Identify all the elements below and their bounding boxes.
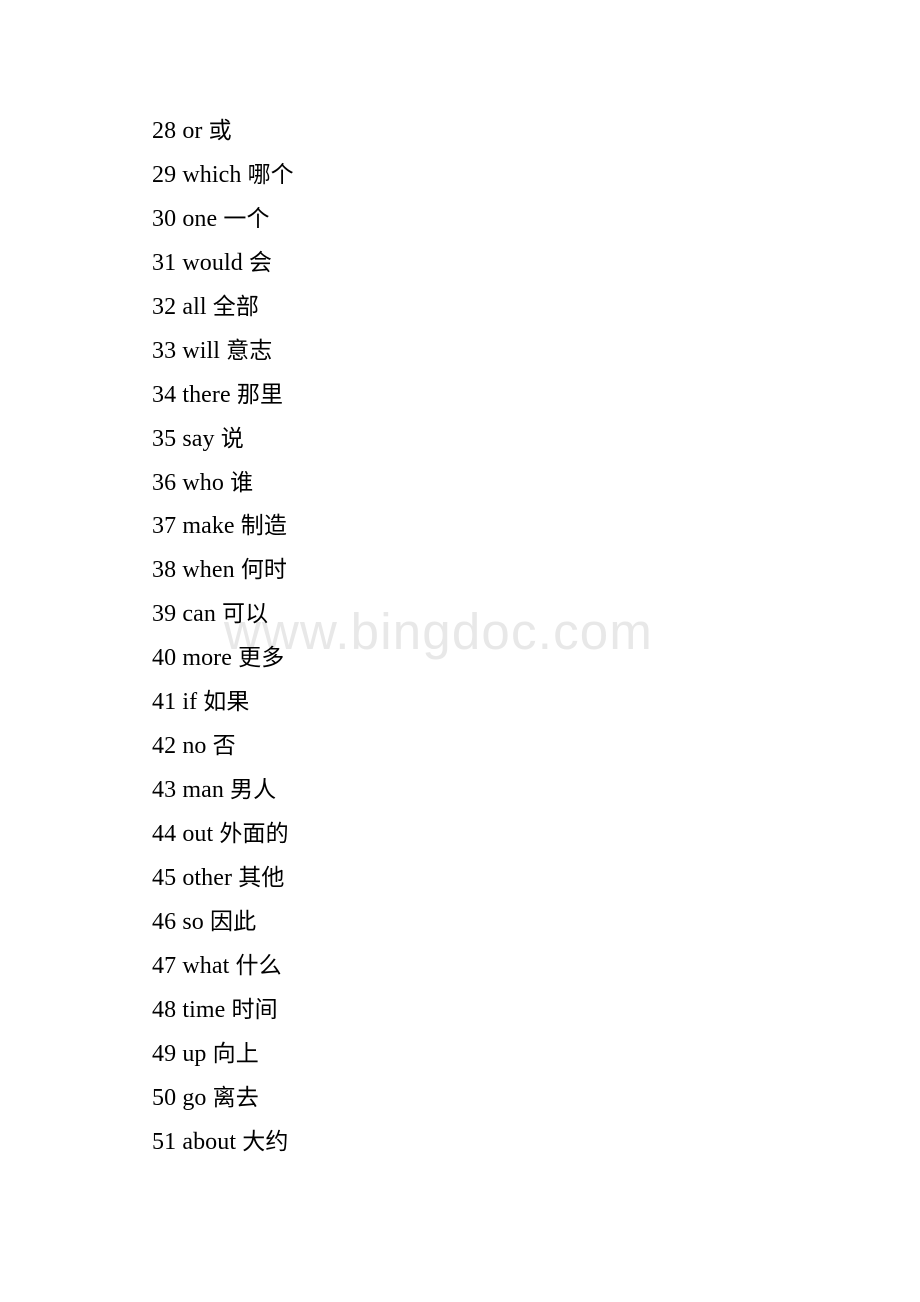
entry-index: 44 xyxy=(152,821,177,847)
entry-index: 28 xyxy=(152,118,177,144)
entry-term: up xyxy=(182,1040,207,1067)
entry-term: which xyxy=(182,161,242,188)
entry-term: so xyxy=(182,908,204,935)
entry-index: 37 xyxy=(152,513,177,540)
entry-term: go xyxy=(182,1084,207,1111)
vocabulary-entry: 32 all 全部 xyxy=(152,286,792,330)
entry-term: when xyxy=(182,557,235,584)
entry-index: 39 xyxy=(152,601,177,628)
entry-gloss: 或 xyxy=(208,118,232,144)
entry-index: 29 xyxy=(152,161,177,188)
entry-gloss: 哪个 xyxy=(247,161,294,188)
entry-index: 36 xyxy=(152,469,177,496)
vocabulary-entry: 49 up 向上 xyxy=(152,1033,792,1077)
vocabulary-entry: 44 out 外面的 xyxy=(152,813,792,857)
vocabulary-entry: 41 if 如果 xyxy=(152,681,792,725)
entry-term: time xyxy=(182,996,226,1023)
entry-index: 43 xyxy=(152,777,177,804)
entry-gloss: 一个 xyxy=(223,205,270,232)
vocabulary-entry: 48 time 时间 xyxy=(152,989,792,1033)
entry-gloss: 男人 xyxy=(230,777,277,804)
entry-term: who xyxy=(182,469,224,496)
vocabulary-entry: 42 no 否 xyxy=(152,725,792,769)
entry-index: 38 xyxy=(152,557,177,584)
vocabulary-entry: 33 will 意志 xyxy=(152,330,792,374)
entry-index: 35 xyxy=(152,425,177,452)
entry-term: man xyxy=(182,777,224,804)
entry-gloss: 向上 xyxy=(212,1040,259,1067)
entry-gloss: 更多 xyxy=(238,645,285,672)
entry-gloss: 其他 xyxy=(238,864,285,891)
vocabulary-entry: 51 about 大约 xyxy=(152,1121,792,1165)
vocabulary-entry: 47 what 什么 xyxy=(152,945,792,989)
entry-index: 47 xyxy=(152,952,177,979)
entry-gloss: 谁 xyxy=(230,469,254,496)
vocabulary-entry: 37 make 制造 xyxy=(152,505,792,549)
entry-gloss: 意志 xyxy=(226,337,273,364)
entry-index: 33 xyxy=(152,337,177,364)
entry-gloss: 否 xyxy=(212,733,236,760)
entry-index: 30 xyxy=(152,205,177,232)
entry-term: one xyxy=(182,205,218,232)
entry-index: 46 xyxy=(152,908,177,935)
entry-gloss: 何时 xyxy=(240,557,288,584)
entry-term: make xyxy=(182,513,235,540)
vocabulary-entry: 43 man 男人 xyxy=(152,769,792,813)
entry-gloss: 因此 xyxy=(209,908,257,935)
entry-index: 45 xyxy=(152,864,177,891)
vocabulary-entry: 28 or 或 xyxy=(152,110,792,154)
entry-gloss: 那里 xyxy=(236,381,284,408)
entry-term: more xyxy=(182,645,233,672)
entry-gloss: 制造 xyxy=(240,513,287,540)
vocabulary-entry: 31 would 会 xyxy=(152,242,792,286)
entry-term: or xyxy=(182,118,203,144)
entry-term: if xyxy=(182,689,198,716)
vocabulary-entry: 39 can 可以 xyxy=(152,593,792,637)
entry-term: all xyxy=(182,293,207,320)
entry-gloss: 可以 xyxy=(222,601,269,628)
vocabulary-entry: 50 go 离去 xyxy=(152,1077,792,1121)
document-page: www.bingdoc.com 28 or 或 29 which 哪个 30 one… xyxy=(0,0,920,1302)
entry-term: would xyxy=(182,249,243,276)
entry-gloss: 如果 xyxy=(203,689,250,716)
entry-index: 31 xyxy=(152,249,177,276)
entry-gloss: 大约 xyxy=(242,1128,289,1155)
entry-gloss: 全部 xyxy=(212,293,259,320)
entry-index: 42 xyxy=(152,733,177,760)
vocabulary-entry: 30 one 一个 xyxy=(152,198,792,242)
entry-term: no xyxy=(182,733,207,760)
entry-gloss: 会 xyxy=(248,249,273,276)
entry-gloss: 说 xyxy=(220,425,244,452)
entry-index: 41 xyxy=(152,689,177,716)
vocabulary-entry: 36 who 谁 xyxy=(152,462,792,506)
entry-term: there xyxy=(182,381,231,408)
entry-gloss: 什么 xyxy=(235,952,282,979)
entry-gloss: 外面的 xyxy=(219,821,289,847)
entry-term: out xyxy=(182,821,214,847)
entry-index: 49 xyxy=(152,1040,177,1067)
entry-index: 50 xyxy=(152,1084,177,1111)
vocabulary-entry: 45 other 其他 xyxy=(152,857,792,901)
vocabulary-entry: 46 so 因此 xyxy=(152,901,792,945)
entry-term: about xyxy=(182,1128,237,1155)
vocabulary-entry: 35 say 说 xyxy=(152,418,792,462)
entry-term: what xyxy=(182,952,230,979)
entry-index: 51 xyxy=(152,1128,177,1155)
entry-term: can xyxy=(182,601,216,628)
vocabulary-entry: 34 there 那里 xyxy=(152,374,792,418)
entry-index: 32 xyxy=(152,293,177,320)
vocabulary-list: 28 or 或 29 which 哪个 30 one 一个 31 would 会 32 … xyxy=(152,110,792,1165)
entry-index: 48 xyxy=(152,996,177,1023)
vocabulary-entry: 29 which 哪个 xyxy=(152,154,792,198)
entry-gloss: 离去 xyxy=(212,1084,259,1111)
entry-term: will xyxy=(182,337,221,364)
entry-term: say xyxy=(182,425,215,452)
entry-term: other xyxy=(182,864,233,891)
vocabulary-entry: 38 when 何时 xyxy=(152,549,792,593)
entry-gloss: 时间 xyxy=(231,996,278,1023)
vocabulary-entry: 40 more 更多 xyxy=(152,637,792,681)
entry-index: 34 xyxy=(152,381,177,408)
entry-index: 40 xyxy=(152,645,177,672)
